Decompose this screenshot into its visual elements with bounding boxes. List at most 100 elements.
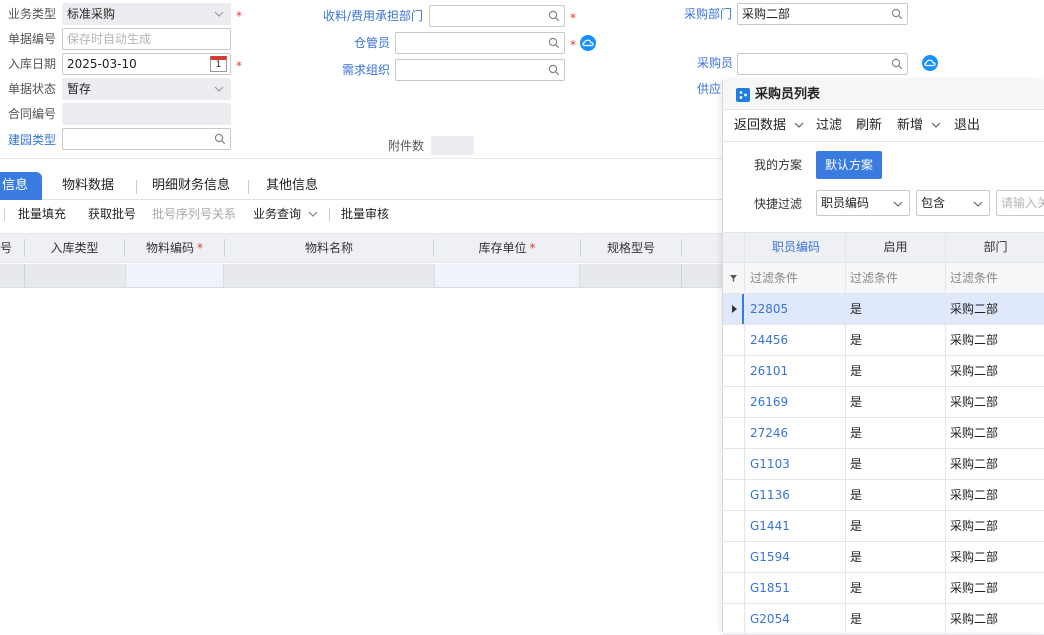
list-row[interactable]: G1103 是 采购二部 (723, 449, 1044, 480)
list-row[interactable]: 26169 是 采购二部 (723, 387, 1044, 418)
recv-dept-label[interactable]: 收料/费用承担部门 (323, 8, 423, 24)
list-row[interactable]: 27246 是 采购二部 (723, 418, 1044, 449)
list-row[interactable]: G2054 是 采购二部 (723, 604, 1044, 635)
jianyuan-label[interactable]: 建园类型 (8, 132, 56, 148)
col-material-code-label: 物料编码 (145, 241, 194, 255)
col-material-code[interactable]: 物料编码 * (125, 234, 224, 262)
tab-info[interactable]: 信息 (0, 172, 43, 200)
buyer-field[interactable] (737, 53, 908, 75)
panel-title-bar: 采购员列表 (723, 80, 1044, 110)
cell-enabled: 是 (850, 581, 863, 595)
get-batch-button[interactable]: 获取批号 (88, 206, 136, 222)
biz-type-select[interactable]: 标准采购 (62, 3, 231, 25)
list-row[interactable]: G1851 是 采购二部 (723, 573, 1044, 604)
calendar-icon[interactable]: 1 (210, 56, 227, 72)
add-new-menu[interactable]: 新增 (897, 118, 941, 134)
cell-staff-code[interactable]: G1594 (750, 542, 790, 572)
col-divider (744, 573, 745, 603)
cell-department: 采购二部 (950, 457, 999, 471)
purch-dept-label[interactable]: 采购部门 (684, 6, 732, 22)
col-spec[interactable]: 规格型号 (581, 234, 681, 262)
col-divider (945, 418, 946, 448)
col-enabled[interactable]: 启用 (846, 232, 945, 262)
tab-material-data[interactable]: 物料数据 (62, 172, 114, 200)
batch-fill-button[interactable]: 批量填充 (18, 206, 66, 222)
in-date-field[interactable]: 2025-03-10 1 (62, 53, 231, 75)
attach-count[interactable] (431, 136, 474, 155)
list-row[interactable]: G1594 是 采购二部 (723, 542, 1044, 573)
cell-enabled: 是 (850, 550, 863, 564)
demand-org-field[interactable] (395, 59, 565, 81)
biz-query-button[interactable]: 业务查询 (253, 206, 318, 222)
return-data-menu[interactable]: 返回数据 (734, 118, 804, 134)
cell-staff-code[interactable]: 26101 (750, 356, 788, 386)
cell-staff-code[interactable]: 26169 (750, 387, 788, 417)
search-icon[interactable] (891, 58, 903, 70)
list-row[interactable]: G1441 是 采购二部 (723, 511, 1044, 542)
cell-staff-code[interactable]: G1103 (750, 449, 790, 479)
exit-button[interactable]: 退出 (954, 118, 980, 134)
list-row[interactable]: 26101 是 采购二部 (723, 356, 1044, 387)
col-divider (845, 604, 846, 634)
current-row-arrow-icon (732, 305, 737, 313)
cell-staff-code[interactable]: G2054 (750, 604, 790, 634)
contract-field[interactable] (62, 103, 231, 125)
list-row[interactable]: 22805 是 采购二部 (723, 294, 1044, 325)
search-icon[interactable] (548, 64, 560, 76)
filter-icon[interactable] (730, 275, 737, 282)
keeper-field[interactable] (395, 32, 565, 54)
search-icon[interactable] (891, 8, 903, 20)
purch-dept-field[interactable]: 采购二部 (737, 3, 908, 25)
col-in-type[interactable]: 入库类型 (25, 234, 124, 262)
list-row[interactable]: G1136 是 采购二部 (723, 480, 1044, 511)
col-stock-unit[interactable]: 库存单位 * (434, 234, 580, 262)
doc-no-field[interactable]: 保存时自动生成 (62, 28, 231, 50)
filter-field-select[interactable]: 职员编码 (816, 190, 910, 216)
tab-detail-finance[interactable]: 明细财务信息 (152, 172, 230, 200)
cell-stock-unit[interactable] (434, 264, 580, 287)
col-department[interactable]: 部门 (946, 232, 1044, 262)
search-icon[interactable] (214, 133, 226, 145)
jianyuan-field[interactable] (62, 128, 231, 150)
recv-dept-field[interactable] (429, 5, 565, 27)
search-icon[interactable] (548, 10, 560, 22)
cell-enabled: 是 (850, 519, 863, 533)
cell-department: 采购二部 (950, 519, 999, 533)
cell-staff-code[interactable]: G1136 (750, 480, 790, 510)
cloud-icon[interactable] (922, 55, 938, 71)
col-divider (24, 264, 25, 287)
chevron-down-icon (214, 86, 224, 92)
tab-other-info[interactable]: 其他信息 (266, 172, 318, 200)
entry-grid-row[interactable] (0, 264, 722, 288)
refresh-button[interactable]: 刷新 (856, 118, 882, 134)
cell-staff-code[interactable]: G1441 (750, 511, 790, 541)
supplier-label[interactable]: 供应 (697, 81, 721, 97)
cell-material-code[interactable] (125, 264, 224, 287)
filter-op-select[interactable]: 包含 (916, 190, 990, 216)
filter-cond-enabled[interactable]: 过滤条件 (850, 263, 898, 293)
filter-cond-department[interactable]: 过滤条件 (950, 263, 998, 293)
batch-serial-button[interactable]: 批号序列号关系 (152, 206, 236, 222)
col-staff-code[interactable]: 职员编码 (747, 232, 845, 262)
list-row[interactable]: 24456 是 采购二部 (723, 325, 1044, 356)
cloud-icon[interactable] (580, 35, 596, 51)
cell-staff-code[interactable]: 24456 (750, 325, 788, 355)
buyer-label[interactable]: 采购员 (697, 55, 733, 71)
default-scheme-button[interactable]: 默认方案 (816, 151, 882, 179)
filter-cond-staff-code[interactable]: 过滤条件 (750, 263, 798, 293)
filter-value-input[interactable]: 请输入关 (996, 190, 1044, 216)
cell-staff-code[interactable]: 27246 (750, 418, 788, 448)
list-app-icon (736, 88, 750, 102)
col-seq[interactable]: 号 (0, 234, 12, 262)
menu-divider (723, 141, 1044, 142)
required-mark: * (570, 38, 576, 52)
col-material-name[interactable]: 物料名称 (225, 234, 433, 262)
search-icon[interactable] (548, 37, 560, 49)
doc-status-select[interactable]: 暂存 (62, 78, 231, 100)
cell-staff-code[interactable]: 22805 (750, 294, 788, 324)
demand-org-label[interactable]: 需求组织 (342, 62, 390, 78)
batch-audit-button[interactable]: 批量审核 (341, 206, 389, 222)
cell-staff-code[interactable]: G1851 (750, 573, 790, 603)
filter-button[interactable]: 过滤 (816, 118, 842, 134)
keeper-label[interactable]: 仓管员 (354, 35, 390, 51)
